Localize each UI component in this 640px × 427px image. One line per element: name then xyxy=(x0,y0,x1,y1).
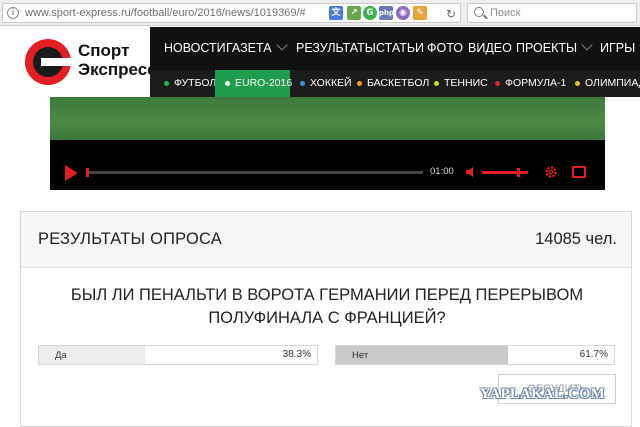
poll-question: БЫЛ ЛИ ПЕНАЛЬТИ В ВОРОТА ГЕРМАНИИ ПЕРЕД … xyxy=(70,286,584,327)
edit-icon[interactable]: ✎ xyxy=(413,6,427,20)
main-nav: НОВОСТИ ГАЗЕТА РЕЗУЛЬТАТЫ СТАТЬИ ФОТО ВИ… xyxy=(150,27,640,70)
search-input[interactable] xyxy=(490,6,630,20)
chevron-down-icon xyxy=(275,39,288,51)
volume-handle[interactable] xyxy=(517,168,520,177)
dot-icon xyxy=(434,81,439,86)
chart-icon[interactable]: ↗ xyxy=(347,6,361,20)
nav-news[interactable]: НОВОСТИ xyxy=(164,27,226,70)
php-icon[interactable]: php xyxy=(379,6,394,20)
subnav-euro-2016[interactable]: EURO-2016 xyxy=(215,70,293,97)
info-icon[interactable]: i xyxy=(7,7,19,19)
subnav-basketball[interactable]: БАСКЕТБОЛ xyxy=(357,70,429,97)
nav-projects[interactable]: ПРОЕКТЫ xyxy=(516,27,593,70)
browser-search[interactable] xyxy=(467,3,637,23)
dot-icon xyxy=(225,81,230,86)
nav-photo[interactable]: ФОТО xyxy=(427,27,463,70)
address-bar[interactable]: i www.sport-express.ru/football/euro/201… xyxy=(2,3,461,23)
poll-answer-no: Нет 61.7% xyxy=(335,345,615,365)
subnav-football-label: ФУТБОЛ xyxy=(174,77,217,89)
subnav-hockey[interactable]: ХОККЕЙ xyxy=(300,70,352,97)
subnav-olympics[interactable]: ОЛИМПИАДА xyxy=(575,70,640,97)
answer-percent: 38.3% xyxy=(282,349,311,360)
gear-icon[interactable] xyxy=(544,165,558,179)
progress-handle[interactable] xyxy=(86,168,89,177)
poll-header: РЕЗУЛЬТАТЫ ОПРОСА 14085 чел. xyxy=(21,212,631,268)
sub-nav: ФУТБОЛ EURO-2016 ХОККЕЙ БАСКЕТБОЛ ТЕННИС… xyxy=(150,70,640,97)
translate-icon[interactable]: 文 xyxy=(329,6,343,20)
dot-icon xyxy=(164,81,169,86)
nav-articles[interactable]: СТАТЬИ xyxy=(376,27,424,70)
subnav-formula1[interactable]: ФОРМУЛА-1 xyxy=(495,70,566,97)
logo-icon[interactable] xyxy=(25,39,71,85)
dot-icon xyxy=(300,81,305,86)
browser-toolbar: i www.sport-express.ru/football/euro/201… xyxy=(0,0,640,26)
nav-video[interactable]: ВИДЕО xyxy=(468,27,512,70)
answer-label: Нет xyxy=(352,350,369,361)
progress-bar[interactable] xyxy=(86,168,423,177)
subnav-football[interactable]: ФУТБОЛ xyxy=(164,70,216,97)
logo-line2: Экспресс xyxy=(78,60,157,79)
answer-percent: 61.7% xyxy=(579,349,608,360)
nav-games-label: ИГРЫ xyxy=(600,41,636,55)
subnav-euro-label: EURO-2016 xyxy=(235,77,293,89)
subnav-olympics-label: ОЛИМПИАДА xyxy=(585,77,640,89)
search-icon xyxy=(474,7,484,17)
reload-icon[interactable]: ↻ xyxy=(443,7,459,21)
subnav-formula1-label: ФОРМУЛА-1 xyxy=(505,77,567,89)
poll-answer-yes: Да 38.3% xyxy=(38,345,318,365)
watermark: YAPLAKAL.COM xyxy=(480,386,606,402)
dot-icon xyxy=(575,81,580,86)
poll-title: РЕЗУЛЬТАТЫ ОПРОСА xyxy=(38,230,223,248)
pocket-icon[interactable]: ◉ xyxy=(396,6,410,20)
nav-projects-label: ПРОЕКТЫ xyxy=(516,41,578,55)
site-header: Спорт Экспресс НОВОСТИ ГАЗЕТА РЕЗУЛЬТАТЫ… xyxy=(0,27,640,97)
video-controls: 01:00 xyxy=(50,140,605,190)
logo-text[interactable]: Спорт Экспресс xyxy=(78,41,157,79)
nav-newspaper-label: ГАЗЕТА xyxy=(226,41,272,55)
grammarly-icon[interactable]: G xyxy=(363,6,377,20)
subnav-basketball-label: БАСКЕТБОЛ xyxy=(367,77,430,89)
video-time: 01:00 xyxy=(430,166,454,177)
volume-icon[interactable] xyxy=(466,166,478,178)
subnav-hockey-label: ХОККЕЙ xyxy=(310,77,352,89)
subnav-tennis[interactable]: ТЕННИС xyxy=(434,70,488,97)
nav-games[interactable]: ИГРЫ xyxy=(600,27,640,70)
nav-results[interactable]: РЕЗУЛЬТАТЫ xyxy=(296,27,376,70)
video-frame[interactable] xyxy=(50,97,605,140)
logo-line1: Спорт xyxy=(78,41,130,60)
nav-newspaper[interactable]: ГАЗЕТА xyxy=(226,27,288,70)
subnav-tennis-label: ТЕННИС xyxy=(444,77,488,89)
answer-label: Да xyxy=(55,350,67,361)
url-text[interactable]: www.sport-express.ru/football/euro/2016/… xyxy=(25,6,306,20)
dot-icon xyxy=(495,81,500,86)
fullscreen-icon[interactable] xyxy=(572,166,586,178)
poll-voter-count: 14085 чел. xyxy=(535,230,617,248)
volume-slider[interactable] xyxy=(482,168,528,177)
chevron-down-icon xyxy=(581,39,593,51)
play-icon[interactable] xyxy=(65,165,78,181)
dot-icon xyxy=(357,81,362,86)
